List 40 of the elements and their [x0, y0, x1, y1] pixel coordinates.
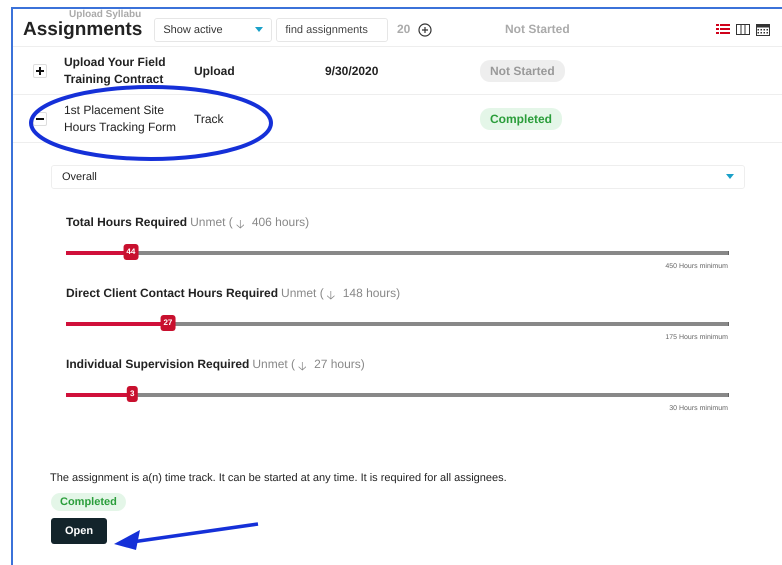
page-title: Assignments [23, 20, 142, 40]
remaining-hours: 148 hours) [342, 286, 400, 302]
requirement-name: Individual Supervision Required [66, 357, 250, 373]
progress-value: 3 [126, 386, 138, 402]
overall-dropdown[interactable]: Overall [51, 165, 745, 189]
remaining-hours: 406 hours) [252, 215, 310, 231]
calendar-view-icon[interactable] [756, 23, 770, 36]
columns-view-icon[interactable] [736, 23, 750, 36]
remaining-hours: 27 hours) [314, 357, 365, 373]
requirement-state: Unmet ( [281, 286, 324, 302]
status-badge: Not Started [480, 60, 565, 82]
faded-row-title: Upload Syllabu [69, 9, 142, 20]
progress-value: 27 [160, 315, 176, 331]
down-arrow-icon: 🡣 [236, 215, 245, 236]
down-arrow-icon: 🡣 [298, 357, 308, 378]
status-badge: Completed [480, 108, 562, 130]
open-button[interactable]: Open [51, 518, 108, 544]
plus-icon [36, 66, 44, 74]
down-arrow-icon: 🡣 [326, 286, 336, 307]
due-date: 9/30/2020 [325, 64, 378, 78]
faded-row-date: 20 [397, 22, 410, 36]
list-view-icon[interactable] [716, 23, 730, 36]
progress-value: 44 [123, 244, 138, 260]
add-icon[interactable] [418, 22, 432, 36]
filter-dropdown[interactable]: Show active [154, 18, 272, 42]
assignment-type: Track [194, 112, 225, 126]
requirement-state: Unmet ( [252, 357, 296, 373]
caret-icon [255, 26, 264, 32]
search-field[interactable]: find assignments [276, 18, 388, 42]
requirement-name: Direct Client Contact Hours Required [66, 286, 278, 302]
assignment-title[interactable]: 1st Placement Site Hours Tracking Form [64, 102, 194, 136]
assignment-title[interactable]: Upload Your Field Training Contract [64, 54, 194, 88]
requirement-name: Total Hours Required [66, 215, 188, 231]
caret-icon [726, 174, 734, 180]
requirement-state: Unmet ( [190, 215, 233, 231]
expand-button[interactable] [33, 64, 47, 78]
assignment-type: Upload [194, 64, 236, 78]
assignment-description: The assignment is a(n) time track. It can be started at any time. It is required for all assignees. [50, 472, 508, 484]
faded-row-status: Not Started [505, 22, 570, 36]
status-badge: Completed [51, 493, 126, 511]
